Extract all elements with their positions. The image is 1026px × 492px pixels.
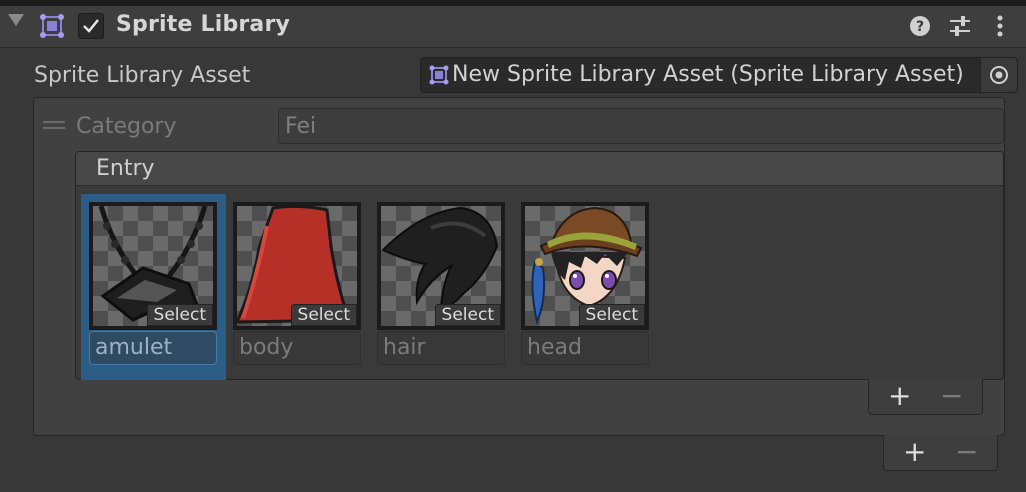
category-name-value: Fei: [285, 114, 317, 139]
entry-list-footer: [868, 379, 983, 415]
remove-entry-button[interactable]: −: [940, 382, 963, 410]
select-sprite-button[interactable]: Select: [578, 304, 645, 326]
select-sprite-button[interactable]: Select: [290, 304, 357, 326]
remove-category-button[interactable]: −: [955, 438, 978, 466]
entry-name-field[interactable]: head: [521, 331, 649, 365]
entry-name-field[interactable]: body: [233, 331, 361, 365]
sprite-library-component-icon: [38, 12, 66, 40]
sprite-library-asset-label: Sprite Library Asset: [34, 63, 251, 88]
presets-icon[interactable]: [946, 12, 974, 40]
drag-handle-icon[interactable]: [43, 121, 65, 133]
help-icon[interactable]: ?: [906, 12, 934, 40]
entry-title: Entry: [96, 156, 155, 181]
svg-text:?: ?: [916, 19, 924, 35]
entry-name-field[interactable]: amulet: [89, 331, 217, 365]
sprite-thumbnail-hair[interactable]: Select: [377, 202, 505, 330]
sprite-library-asset-icon: [428, 64, 450, 86]
entry-header: [76, 152, 1003, 186]
foldout-arrow-icon[interactable]: [8, 14, 24, 26]
select-sprite-button[interactable]: Select: [434, 304, 501, 326]
sprite-library-asset-value: New Sprite Library Asset (Sprite Library…: [452, 62, 964, 87]
add-category-button[interactable]: +: [903, 438, 926, 466]
sprite-thumbnail-head[interactable]: Select: [521, 202, 649, 330]
select-sprite-button[interactable]: Select: [146, 304, 213, 326]
component-enabled-checkbox[interactable]: [78, 13, 104, 39]
component-title: Sprite Library: [116, 12, 291, 37]
category-label: Category: [76, 114, 177, 139]
sprite-thumbnail-body[interactable]: Select: [233, 202, 361, 330]
add-entry-button[interactable]: +: [888, 382, 911, 410]
category-list-footer: [883, 435, 998, 471]
entry-name-field[interactable]: hair: [377, 331, 505, 365]
sprite-thumbnail-amulet[interactable]: Select: [89, 202, 217, 330]
kebab-menu-icon[interactable]: [986, 12, 1014, 40]
category-name-field[interactable]: [278, 108, 1004, 144]
object-picker-icon[interactable]: [980, 58, 1017, 92]
